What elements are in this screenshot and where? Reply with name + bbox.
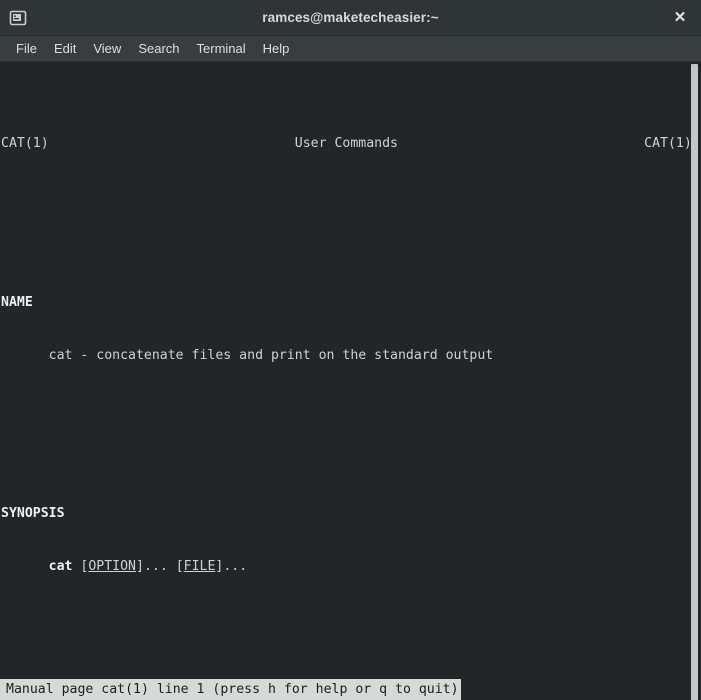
title-bar: ramces@maketecheasier:~ ✕ [0,0,701,36]
menu-item-view[interactable]: View [85,39,129,58]
section-body-name: cat - concatenate files and print on the… [1,347,494,363]
close-icon[interactable]: ✕ [669,7,691,29]
man-page-content: CAT(1) User Commands CAT(1) NAME cat - c… [0,62,701,700]
section-body-synopsis: cat [OPTION]... [FILE]... [48,558,248,574]
section-heading-synopsis: SYNOPSIS [1,505,65,521]
man-header-line: CAT(1) User Commands CAT(1) [0,135,701,153]
scrollbar-thumb[interactable] [691,64,698,700]
man-header-right: CAT(1) [644,136,692,152]
synopsis-command: cat [48,558,73,574]
menu-item-search[interactable]: Search [130,39,187,58]
menu-item-help[interactable]: Help [255,39,298,58]
terminal-screen[interactable]: CAT(1) User Commands CAT(1) NAME cat - c… [0,62,701,700]
menu-item-edit[interactable]: Edit [46,39,84,58]
pager-status-bar: Manual page cat(1) line 1 (press h for h… [0,679,461,700]
section-heading-name: NAME [1,294,33,310]
terminal-window: ramces@maketecheasier:~ ✕ File Edit View… [0,0,701,700]
menu-bar: File Edit View Search Terminal Help [0,36,701,62]
man-header-left: CAT(1) [1,136,49,152]
terminal-icon [8,9,28,27]
scrollbar-track[interactable] [691,62,698,700]
menu-item-file[interactable]: File [8,39,45,58]
menu-item-terminal[interactable]: Terminal [189,39,254,58]
window-title: ramces@maketecheasier:~ [262,10,439,25]
man-header-center: User Commands [294,136,398,152]
synopsis-option-arg: OPTION [88,558,136,574]
synopsis-file-arg: FILE [183,558,216,574]
